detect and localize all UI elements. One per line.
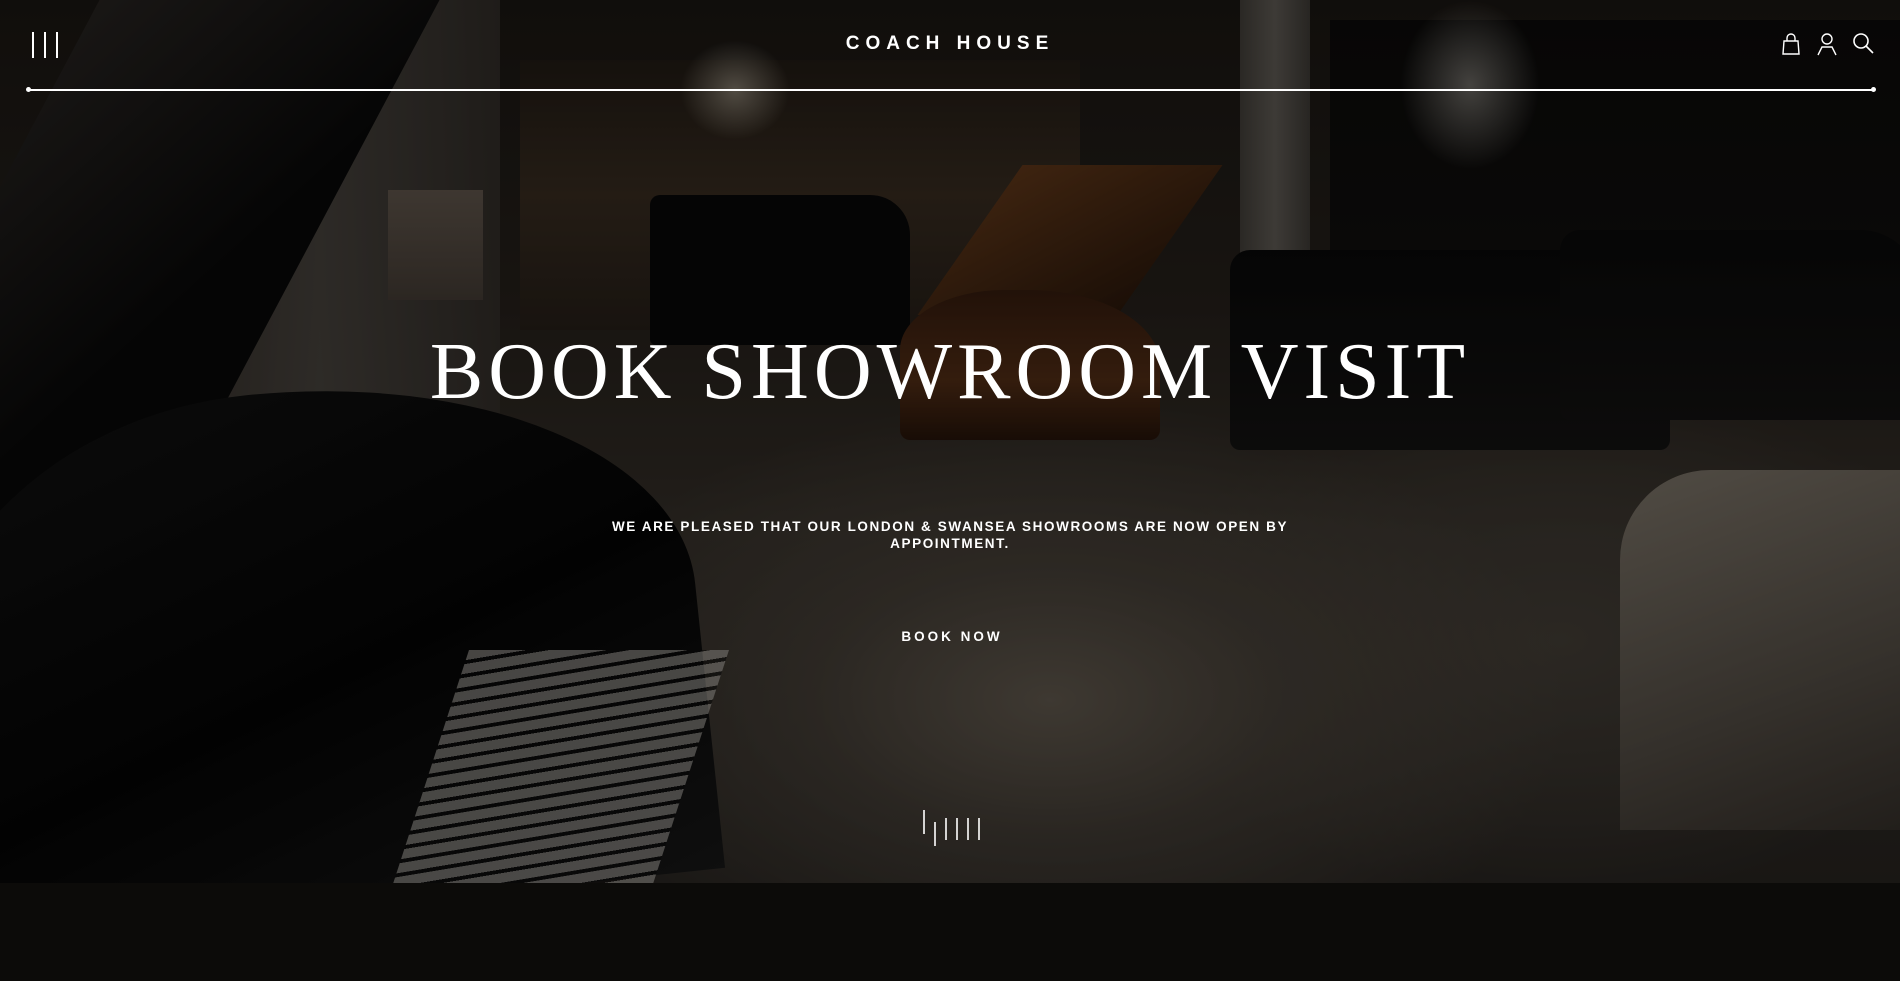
hero-section <box>0 0 1900 883</box>
search-icon[interactable] <box>1852 32 1874 56</box>
scroll-lines-icon[interactable] <box>922 808 982 848</box>
hero-dim-overlay <box>0 0 1900 883</box>
page: COACH HOUSE BOOK SHOWROOM VISIT WE ARE P… <box>0 0 1900 981</box>
book-now-button[interactable]: BOOK NOW <box>860 620 1044 652</box>
user-icon[interactable] <box>1816 32 1838 56</box>
bag-icon[interactable] <box>1780 32 1802 56</box>
brand-logo[interactable]: COACH HOUSE <box>0 33 1900 55</box>
header-icons <box>1780 32 1874 56</box>
hero-subtitle: WE ARE PLEASED THAT OUR LONDON & SWANSEA… <box>611 519 1289 551</box>
page-footer-band <box>0 883 1900 981</box>
header-divider <box>26 87 1876 92</box>
hero-title: BOOK SHOWROOM VISIT <box>429 328 1471 416</box>
